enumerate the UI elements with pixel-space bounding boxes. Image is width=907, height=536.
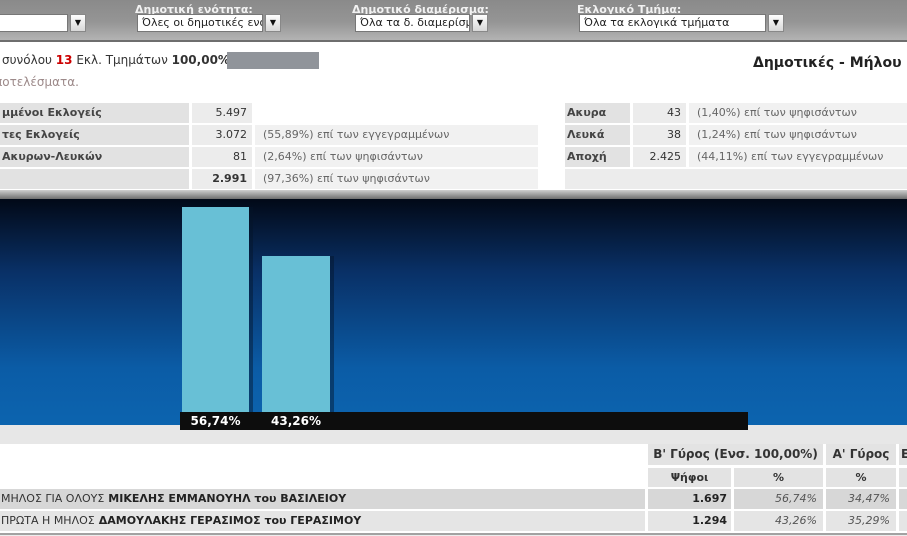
candidate-row-name: ΜΗΛΟΣ ΓΙΑ ΟΛΟΥΣ ΜΙΚΕΛΗΣ ΕΜΜΑΝΟΥΗΛ του ΒΑΣ… xyxy=(0,489,645,509)
candidate-name: ΜΙΚΕΛΗΣ ΕΜΜΑΝΟΥΗΛ του ΒΑΣΙΛΕΙΟΥ xyxy=(108,492,346,505)
summary-note: (55,89%) επί των εγγεγραμμένων xyxy=(255,125,538,145)
summary-value: 2.425 xyxy=(633,147,686,167)
subdistrict-select[interactable]: Όλα τα δ. διαμερίσματα xyxy=(355,14,470,32)
summary-label xyxy=(0,169,189,189)
dropdown-arrow-icon: ▼ xyxy=(477,18,483,27)
station-select[interactable]: Όλα τα εκλογικά τμήματα xyxy=(579,14,766,32)
station-select-arrow[interactable]: ▼ xyxy=(768,14,784,32)
summary-empty-row xyxy=(565,169,907,189)
candidate-clipped-cell xyxy=(899,511,907,531)
column-header-percent-a: % xyxy=(826,468,896,487)
summary-table-right: Ακυρα 43 (1,40%) επί των ψηφισάντων Λευκ… xyxy=(565,103,907,189)
dropdown-arrow-icon: ▼ xyxy=(75,18,81,27)
filter-toolbar: ▼ Δημοτική ενότητα: Όλες οι δημοτικές εν… xyxy=(0,0,907,42)
party-name: ΠΡΩΤΑ Η ΜΗΛΟΣ xyxy=(1,514,95,527)
summary-value: 38 xyxy=(633,125,686,145)
bar-candidate-1 xyxy=(182,207,249,412)
summary-note: (1,40%) επί των ψηφισάντων xyxy=(689,103,907,123)
chart-label-strip: 56,74% 43,26% xyxy=(180,412,748,430)
summary-value: 81 xyxy=(192,147,252,167)
summary-label: τες Εκλογείς xyxy=(0,125,189,145)
incorporation-percent: 100,00% xyxy=(172,53,230,67)
candidate-percent-a: 35,29% xyxy=(826,511,896,531)
summary-note xyxy=(255,103,538,123)
summary-value: 2.991 xyxy=(192,169,252,189)
candidate-votes: 1.697 xyxy=(648,489,731,509)
candidate-row-name: ΠΡΩΤΑ Η ΜΗΛΟΣ ΔΑΜΟΥΛΑΚΗΣ ΓΕΡΑΣΙΜΟΣ του ΓΕ… xyxy=(0,511,645,531)
dropdown-arrow-icon: ▼ xyxy=(773,18,779,27)
station-count: 13 xyxy=(56,53,73,67)
summary-label: Ακυρα xyxy=(565,103,630,123)
summary-label: Ακυρων-Λευκών xyxy=(0,147,189,167)
progress-bar xyxy=(227,52,319,69)
region-select-arrow[interactable]: ▼ xyxy=(70,14,86,32)
status-prefix: συνόλου xyxy=(2,53,56,67)
candidate-percent-b: 43,26% xyxy=(734,511,823,531)
column-header-votes: Ψήφοι xyxy=(648,468,731,487)
chart-top-divider xyxy=(0,190,907,199)
header-round-a: Α' Γύρος xyxy=(826,444,896,465)
summary-value: 3.072 xyxy=(192,125,252,145)
summary-label: Αποχή xyxy=(565,147,630,167)
bar-candidate-2 xyxy=(262,256,330,412)
bar-percent-label: 56,74% xyxy=(182,412,249,430)
results-note: ποτελέσματα. xyxy=(0,75,79,89)
candidate-percent-a: 34,47% xyxy=(826,489,896,509)
page-title: Δημοτικές - Μήλου - xyxy=(753,55,907,71)
region-select[interactable] xyxy=(0,14,68,32)
summary-note: (44,11%) επί των εγγεγραμμένων xyxy=(689,147,907,167)
summary-label: Λευκά xyxy=(565,125,630,145)
header-round-b: Β' Γύρος (Ενσ. 100,00%) xyxy=(648,444,823,465)
bar-percent-label: 43,26% xyxy=(262,412,330,430)
candidate-votes: 1.294 xyxy=(648,511,731,531)
summary-label: μμένοι Εκλογείς xyxy=(0,103,189,123)
summary-note: (97,36%) επί των ψηφισάντων xyxy=(255,169,538,189)
incorporation-status: συνόλου 13 Εκλ. Τμημάτων 100,00% xyxy=(2,53,230,67)
party-name: ΜΗΛΟΣ ΓΙΑ ΟΛΟΥΣ xyxy=(1,492,104,505)
header-clipped-column: Ε xyxy=(899,444,907,465)
summary-value: 43 xyxy=(633,103,686,123)
results-bar-chart xyxy=(0,199,907,425)
election-results-page: ▼ Δημοτική ενότητα: Όλες οι δημοτικές εν… xyxy=(0,0,907,536)
summary-table-left: μμένοι Εκλογείς 5.497 τες Εκλογείς 3.072… xyxy=(0,103,538,189)
summary-note: (2,64%) επί των ψηφισάντων xyxy=(255,147,538,167)
summary-value: 5.497 xyxy=(192,103,252,123)
candidate-clipped-cell xyxy=(899,489,907,509)
column-header-clipped xyxy=(899,468,907,487)
district-select[interactable]: Όλες οι δημοτικές ενότητες xyxy=(137,14,263,32)
subdistrict-select-arrow[interactable]: ▼ xyxy=(472,14,488,32)
candidate-name: ΔΑΜΟΥΛΑΚΗΣ ΓΕΡΑΣΙΜΟΣ του ΓΕΡΑΣΙΜΟΥ xyxy=(99,514,362,527)
candidate-percent-b: 56,74% xyxy=(734,489,823,509)
dropdown-arrow-icon: ▼ xyxy=(270,18,276,27)
status-mid: Εκλ. Τμημάτων xyxy=(73,53,172,67)
summary-note: (1,24%) επί των ψηφισάντων xyxy=(689,125,907,145)
column-header-percent-b: % xyxy=(734,468,823,487)
district-select-arrow[interactable]: ▼ xyxy=(265,14,281,32)
